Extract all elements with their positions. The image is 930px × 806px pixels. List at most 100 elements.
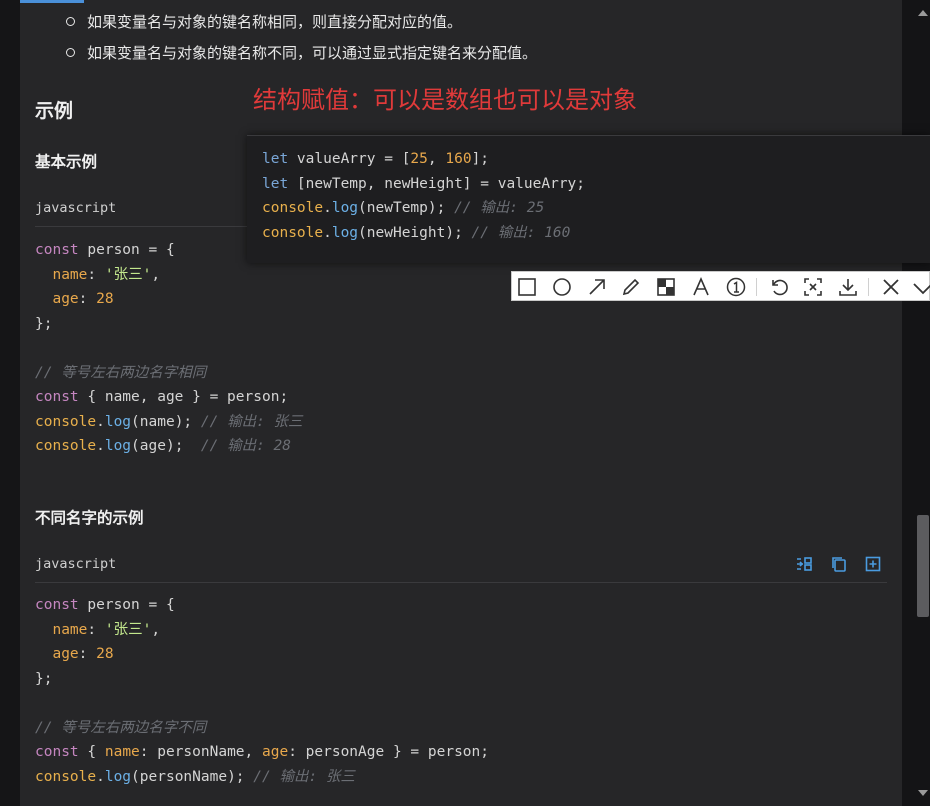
code-token: console (35, 438, 97, 454)
code-token: const (35, 597, 79, 613)
code-token: : (78, 646, 97, 662)
code-token: console (262, 200, 324, 216)
code-token: }; (35, 315, 53, 332)
code-token: valueArry = [ (288, 151, 411, 167)
code-token: log (104, 768, 132, 785)
undo-icon[interactable] (768, 276, 790, 298)
text-icon[interactable] (690, 276, 712, 298)
code-token: age (262, 744, 289, 760)
toolbar-divider (756, 278, 757, 296)
code-token: log (104, 438, 132, 454)
code-token: console (35, 413, 97, 430)
code-token: (personName); (131, 768, 254, 785)
mosaic-icon[interactable] (655, 276, 677, 298)
code-token: , (427, 151, 446, 167)
code-token: 28 (96, 646, 114, 662)
code-token: : (78, 291, 97, 307)
scrollbar-track[interactable] (916, 12, 928, 802)
bullet-icon (66, 48, 75, 57)
code-token: let (262, 151, 289, 167)
arrow-icon[interactable] (586, 276, 608, 298)
code-comment: // 输出: 张三 (253, 768, 355, 785)
code-token: '张三' (104, 621, 152, 638)
code-token: person = { (78, 597, 175, 613)
expand-icon[interactable] (864, 555, 882, 573)
example-title: 不同名字的示例 (35, 509, 144, 527)
code-header-divider (35, 226, 247, 227)
download-icon[interactable] (837, 276, 859, 298)
code-token: console (262, 224, 324, 241)
code-token: , (151, 266, 161, 283)
code-token: 28 (96, 291, 114, 307)
code-language: javascript (35, 200, 117, 216)
code-token: let (262, 175, 289, 192)
code-token: name (35, 621, 88, 638)
code-token: . (96, 413, 105, 430)
scroll-down-icon[interactable] (918, 790, 928, 796)
code-token: : (87, 621, 105, 638)
copy-icon[interactable] (830, 555, 848, 573)
code-comment: // 等号左右两边名字相同 (35, 364, 207, 381)
code-block-different-names[interactable]: const person = { name: '张三', age: 28 }; … (35, 593, 489, 789)
code-token: const (35, 389, 79, 405)
code-token: const (35, 242, 79, 258)
code-token: }; (35, 670, 53, 687)
code-language: javascript (35, 556, 117, 572)
code-token: (newTemp); (358, 200, 455, 216)
code-comment: // 输出: 160 (471, 224, 571, 241)
code-token: : personAge } = person; (288, 744, 489, 760)
code-token: person = { (78, 242, 175, 258)
code-token: ]; (471, 151, 490, 167)
code-token: '张三' (104, 266, 152, 283)
screenshot-annotation: 结构赋值：可以是数组也可以是对象 (253, 86, 637, 114)
number-icon[interactable] (725, 276, 747, 298)
code-token: : (87, 266, 105, 283)
pen-icon[interactable] (620, 276, 642, 298)
code-token: 25 (410, 151, 428, 167)
code-token: : personName, (139, 744, 262, 760)
ocr-icon[interactable] (802, 276, 824, 298)
code-header-divider (35, 582, 887, 583)
annotation-toolbar (511, 271, 930, 301)
code-token: age (35, 646, 79, 662)
code-token: { name, age } = person; (78, 389, 289, 405)
bullet-item: 如果变量名与对象的键名称不同，可以通过显式指定键名来分配值。 (66, 42, 537, 63)
section-title: 示例 (35, 100, 74, 122)
code-token: [newTemp, newHeight] = valueArry; (288, 175, 586, 192)
code-token: . (96, 438, 105, 454)
code-token: (name); (131, 413, 201, 430)
code-token: (newHeight); (358, 224, 472, 241)
code-token: age (35, 291, 79, 307)
code-token: { (78, 744, 105, 760)
example-title: 基本示例 (35, 153, 98, 171)
bullet-text: 如果变量名与对象的键名称不同，可以通过显式指定键名来分配值。 (87, 44, 538, 62)
code-token: . (96, 768, 105, 785)
scrollbar-thumb[interactable] (917, 515, 929, 617)
code-token: 160 (445, 151, 472, 167)
ellipse-icon[interactable] (551, 276, 573, 298)
code-token: console (35, 768, 97, 785)
code-block-basic[interactable]: const person = { name: '张三', age: 28 }; … (35, 238, 303, 459)
code-token: const (35, 744, 79, 760)
code-token: . (323, 200, 332, 216)
code-comment: // 输出: 28 (200, 438, 291, 454)
code-token: (age); (131, 438, 201, 454)
bullet-icon (66, 17, 75, 26)
snippet-code[interactable]: let valueArry = [25, 160]; let [newTemp,… (262, 147, 585, 245)
code-comment: // 输出: 25 (454, 200, 545, 216)
scroll-up-icon[interactable] (918, 10, 928, 16)
snippet-top-border (247, 135, 930, 136)
confirm-icon[interactable] (912, 276, 930, 298)
close-icon[interactable] (880, 276, 902, 298)
wrap-icon[interactable] (795, 555, 813, 573)
bullet-text: 如果变量名与对象的键名称相同，则直接分配对应的值。 (87, 13, 463, 31)
code-comment: // 输出: 张三 (200, 413, 303, 430)
code-token: . (323, 224, 332, 241)
active-tab-indicator (20, 0, 84, 3)
bullet-item: 如果变量名与对象的键名称相同，则直接分配对应的值。 (66, 11, 462, 32)
code-token: log (104, 413, 132, 430)
toolbar-divider (868, 278, 869, 296)
code-token: name (104, 744, 140, 760)
rectangle-icon[interactable] (516, 276, 538, 298)
code-comment: // 等号左右两边名字不同 (35, 719, 207, 736)
